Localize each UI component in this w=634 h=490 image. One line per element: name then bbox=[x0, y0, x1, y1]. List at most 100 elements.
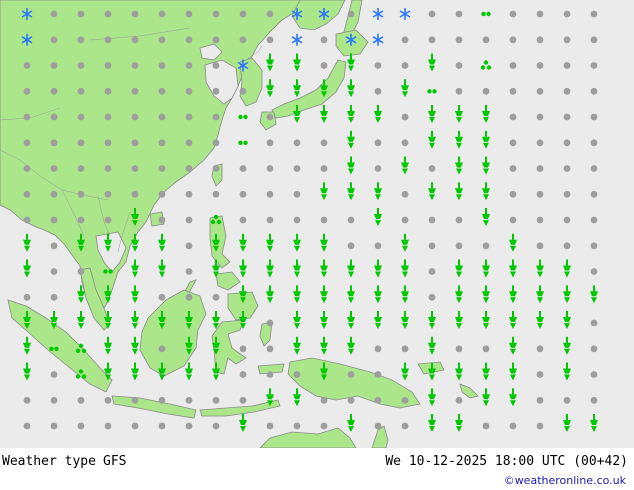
cloud-symbol bbox=[239, 345, 247, 353]
cloud-symbol bbox=[104, 139, 112, 147]
cloud-symbol bbox=[455, 36, 463, 44]
cloud-symbol bbox=[23, 165, 31, 172]
cloud-symbol bbox=[536, 87, 544, 95]
cloud-symbol bbox=[455, 396, 463, 404]
cloud-symbol bbox=[185, 113, 193, 121]
cloud-symbol bbox=[293, 371, 301, 378]
cloud-symbol bbox=[374, 242, 382, 250]
cloud-symbol bbox=[23, 293, 31, 301]
cloud-symbol bbox=[131, 10, 139, 18]
cloud-symbol bbox=[509, 10, 517, 18]
cloud-symbol bbox=[509, 165, 517, 172]
cloud-symbol bbox=[158, 62, 166, 69]
cloud-symbol bbox=[428, 165, 436, 172]
cloud-symbol bbox=[239, 165, 247, 172]
cloud-symbol bbox=[185, 190, 193, 198]
cloud-symbol bbox=[509, 216, 517, 224]
cloud-symbol bbox=[428, 36, 436, 44]
cloud-symbol bbox=[509, 139, 517, 147]
cloud-symbol bbox=[374, 371, 382, 378]
cloud-symbol bbox=[590, 319, 598, 327]
cloud-symbol bbox=[536, 345, 544, 353]
cloud-symbol bbox=[536, 165, 544, 172]
cloud-symbol bbox=[293, 216, 301, 224]
cloud-symbol bbox=[23, 113, 31, 121]
cloud-symbol bbox=[293, 139, 301, 147]
cloud-symbol bbox=[320, 216, 328, 224]
credit-link[interactable]: ©weatheronline.co.uk bbox=[504, 474, 626, 487]
cloud-symbol bbox=[536, 371, 544, 378]
cloud-symbol bbox=[266, 165, 274, 172]
cloud-symbol bbox=[50, 190, 58, 198]
cloud-symbol bbox=[158, 422, 166, 430]
cloud-symbol bbox=[239, 371, 247, 378]
cloud-symbol bbox=[320, 62, 328, 69]
cloud-symbol bbox=[428, 216, 436, 224]
cloud-symbol bbox=[77, 139, 85, 147]
cloud-symbol bbox=[104, 396, 112, 404]
cloud-symbol bbox=[509, 422, 517, 430]
cloud-symbol bbox=[590, 87, 598, 95]
cloud-symbol bbox=[212, 36, 220, 44]
cloud-symbol bbox=[428, 293, 436, 301]
cloud-symbol bbox=[23, 139, 31, 147]
cloud-symbol bbox=[131, 36, 139, 44]
cloud-symbol bbox=[590, 10, 598, 18]
cloud-symbol bbox=[23, 216, 31, 224]
cloud-symbol bbox=[158, 139, 166, 147]
cloud-symbol bbox=[590, 62, 598, 69]
cloud-symbol bbox=[374, 62, 382, 69]
cloud-symbol bbox=[77, 87, 85, 95]
cloud-symbol bbox=[401, 345, 409, 353]
cloud-symbol bbox=[428, 242, 436, 250]
cloud-symbol bbox=[590, 165, 598, 172]
cloud-symbol bbox=[266, 422, 274, 430]
cloud-symbol bbox=[266, 190, 274, 198]
cloud-symbol bbox=[77, 396, 85, 404]
cloud-symbol bbox=[212, 422, 220, 430]
weather-map bbox=[0, 0, 634, 448]
cloud-symbol bbox=[131, 62, 139, 69]
cloud-symbol bbox=[563, 36, 571, 44]
cloud-symbol bbox=[77, 10, 85, 18]
cloud-symbol bbox=[23, 396, 31, 404]
cloud-symbol bbox=[104, 422, 112, 430]
cloud-symbol bbox=[590, 242, 598, 250]
cloud-symbol bbox=[320, 396, 328, 404]
cloud-symbol bbox=[185, 216, 193, 224]
cloud-symbol bbox=[266, 139, 274, 147]
cloud-symbol bbox=[563, 216, 571, 224]
cloud-symbol bbox=[482, 36, 490, 44]
cloud-symbol bbox=[374, 345, 382, 353]
cloud-symbol bbox=[185, 36, 193, 44]
cloud-symbol bbox=[50, 293, 58, 301]
cloud-symbol bbox=[158, 165, 166, 172]
cloud-symbol bbox=[77, 216, 85, 224]
cloud-symbol bbox=[131, 422, 139, 430]
cloud-symbol bbox=[347, 371, 355, 378]
cloud-symbol bbox=[158, 216, 166, 224]
cloud-symbol bbox=[185, 10, 193, 18]
cloud-symbol bbox=[50, 165, 58, 172]
cloud-symbol bbox=[293, 190, 301, 198]
cloud-symbol bbox=[401, 396, 409, 404]
cloud-symbol bbox=[104, 87, 112, 95]
valid-time: We 10-12-2025 18:00 UTC (00+42) bbox=[385, 454, 628, 469]
cloud-symbol bbox=[320, 165, 328, 172]
cloud-symbol bbox=[50, 396, 58, 404]
cloud-symbol bbox=[131, 113, 139, 121]
cloud-symbol bbox=[455, 62, 463, 69]
cloud-symbol bbox=[536, 139, 544, 147]
cloud-symbol bbox=[104, 165, 112, 172]
cloud-symbol bbox=[50, 216, 58, 224]
model-name: GFS bbox=[103, 454, 127, 469]
cloud-symbol bbox=[563, 10, 571, 18]
cloud-symbol bbox=[401, 139, 409, 147]
footer-bar: Weather type GFS We 10-12-2025 18:00 UTC… bbox=[0, 448, 634, 490]
cloud-symbol bbox=[482, 242, 490, 250]
cloud-symbol bbox=[320, 422, 328, 430]
cloud-symbol bbox=[428, 268, 436, 275]
cloud-symbol bbox=[590, 190, 598, 198]
cloud-symbol bbox=[50, 422, 58, 430]
cloud-symbol bbox=[50, 371, 58, 378]
